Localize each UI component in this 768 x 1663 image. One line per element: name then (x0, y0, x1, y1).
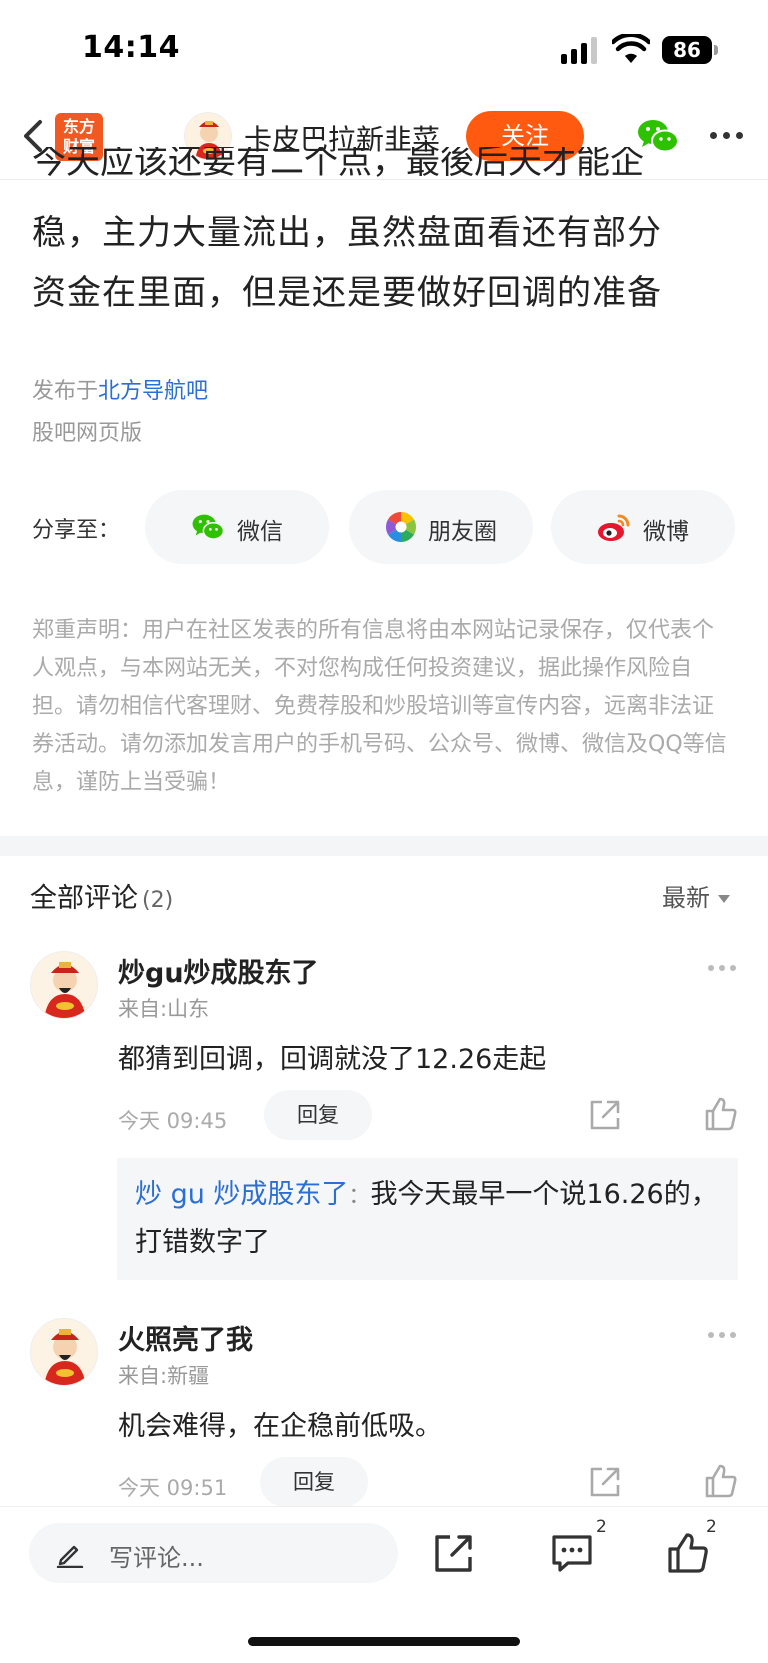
nested-reply[interactable]: 炒 gu 炒成股东了：我今天最早一个说16.26的，打错数字了 (117, 1158, 738, 1280)
commenter-location: 来自:新疆 (118, 1364, 210, 1388)
comments-title-text: 全部评论 (30, 883, 138, 914)
share-wechat-button[interactable]: 微信 (145, 490, 329, 564)
logo-text-1: 东方 (62, 117, 95, 136)
commenter-name[interactable]: 火照亮了我 (118, 1318, 253, 1357)
share-icon[interactable] (588, 1098, 622, 1132)
article-clipped-line: 今天应该还要有二个点，最後后天才能企 (32, 147, 644, 177)
reply-button[interactable]: 回复 (264, 1090, 372, 1140)
article-text-line: 稳，主力大量流出，虽然盘面看还有部分 (32, 213, 662, 253)
share-label: 分享至： (32, 518, 121, 543)
comments-title: 全部评论 (2) (30, 876, 173, 915)
comments-header: 全部评论 (2) 最新 (0, 876, 768, 916)
chevron-down-icon (718, 895, 730, 903)
comment-text: 都猜到回调，回调就没了12.26走起 (118, 1044, 547, 1075)
bottom-bar: 写评论... 2 2 (0, 1506, 768, 1663)
share-weibo-label: 微博 (643, 519, 689, 545)
comment-count-badge: 2 (596, 1517, 607, 1537)
status-bar: 14:14 86 (0, 0, 768, 100)
like-count-badge: 2 (706, 1517, 717, 1537)
disclaimer: 郑重声明：用户在社区发表的所有信息将由本网站记录保存，仅代表个人观点，与本网站无… (32, 618, 727, 795)
home-indicator (248, 1637, 520, 1646)
post-source: 股吧网页版 (32, 421, 143, 446)
comment-more-icon[interactable] (708, 1332, 738, 1340)
comment-placeholder: 写评论... (109, 1544, 204, 1572)
forum-link[interactable]: 北方导航吧 (98, 379, 208, 404)
commenter-avatar[interactable] (30, 1318, 98, 1386)
share-wechat-label: 微信 (237, 519, 283, 545)
moments-icon (385, 512, 417, 542)
share-icon[interactable] (588, 1465, 622, 1499)
like-icon[interactable] (704, 1096, 738, 1132)
sort-label: 最新 (662, 884, 710, 912)
comment-input[interactable]: 写评论... (29, 1523, 398, 1583)
comment-time: 今天 09:51 (118, 1476, 228, 1500)
share-moments-button[interactable]: 朋友圈 (349, 490, 533, 564)
published-in: 发布于北方导航吧 (32, 373, 208, 405)
like-icon[interactable] (704, 1463, 738, 1499)
reply-author[interactable]: 炒 gu 炒成股东了 (135, 1179, 348, 1210)
commenter-avatar[interactable] (30, 951, 98, 1019)
commenter-name[interactable]: 炒gu炒成股东了 (118, 951, 319, 990)
comment-text: 机会难得，在企稳前低吸。 (118, 1411, 442, 1442)
wifi-icon (612, 34, 650, 63)
more-options-icon[interactable] (710, 132, 746, 142)
comment-time: 今天 09:45 (118, 1109, 228, 1133)
share-weibo-button[interactable]: 微博 (551, 490, 735, 564)
published-prefix: 发布于 (32, 379, 99, 404)
share-moments-label: 朋友圈 (428, 519, 497, 545)
section-divider (0, 836, 768, 856)
like-icon[interactable] (666, 1531, 710, 1575)
article-text-line: 资金在里面，但是还是要做好回调的准备 (32, 273, 662, 313)
status-time: 14:14 (82, 30, 180, 65)
comment-icon[interactable] (550, 1531, 594, 1575)
commenter-location: 来自:山东 (118, 997, 210, 1021)
share-row: 分享至： 微信 朋友圈 微博 (0, 490, 768, 564)
weibo-icon (598, 514, 630, 541)
share-icon[interactable] (432, 1531, 476, 1575)
reply-separator: ： (348, 1184, 371, 1209)
battery-icon: 86 (662, 36, 718, 64)
comment-more-icon[interactable] (708, 965, 738, 973)
comments-count: (2) (142, 888, 174, 913)
wechat-icon (192, 514, 225, 540)
battery-level: 86 (662, 36, 712, 64)
cellular-signal-icon (561, 36, 599, 64)
pencil-icon (56, 1545, 84, 1568)
sort-dropdown[interactable]: 最新 (662, 878, 730, 913)
reply-button[interactable]: 回复 (260, 1457, 368, 1507)
